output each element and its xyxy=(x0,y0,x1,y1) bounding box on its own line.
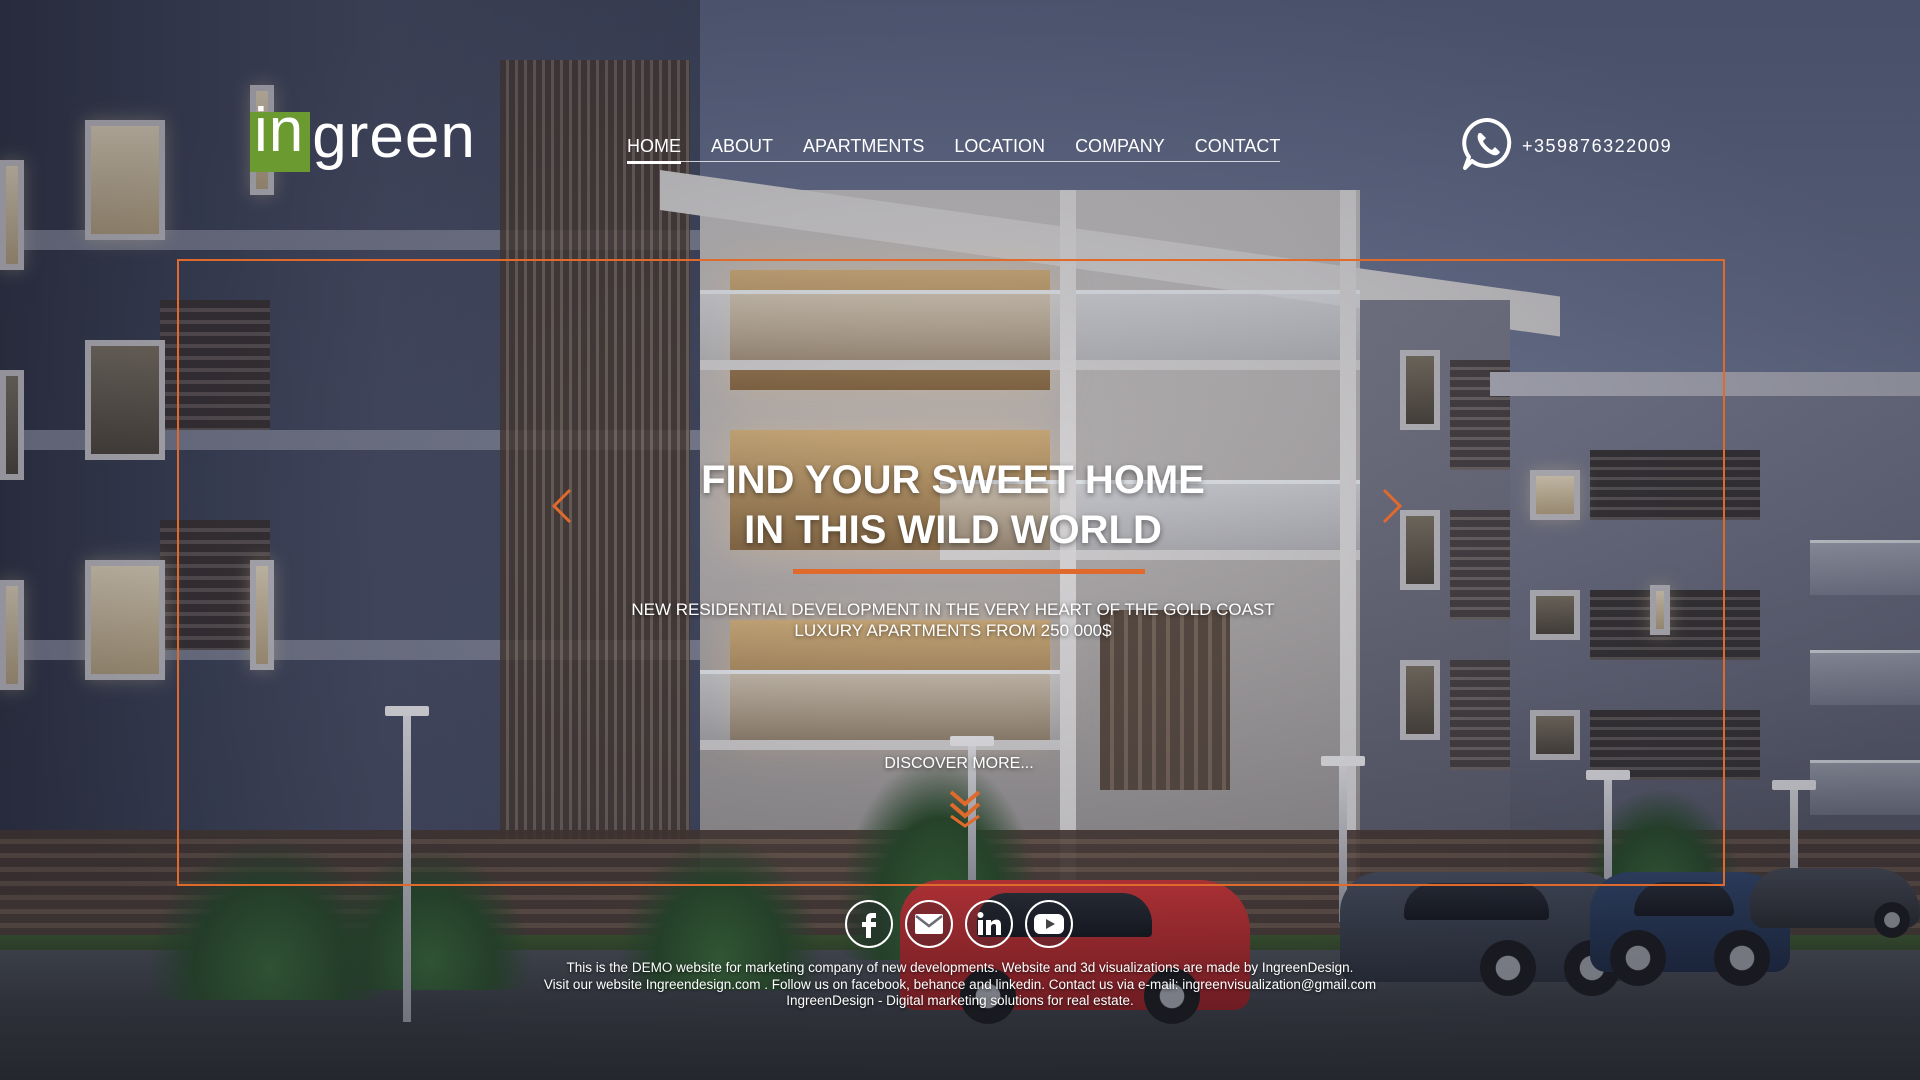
logo-green: green xyxy=(312,102,476,171)
phone-contact[interactable]: +359876322009 xyxy=(1460,116,1672,177)
social-links xyxy=(845,900,1073,948)
linkedin-button[interactable] xyxy=(965,900,1013,948)
hero-headline-line2: IN THIS WILD WORLD xyxy=(744,508,1162,552)
hero-subtitle-line2: LUXURY APARTMENTS FROM 250 000$ xyxy=(794,621,1112,640)
scroll-down-button[interactable] xyxy=(945,786,985,830)
logo[interactable]: in green xyxy=(250,100,476,172)
youtube-icon xyxy=(1034,914,1064,934)
nav-item-home[interactable]: HOME xyxy=(627,128,681,164)
nav-item-apartments[interactable]: APARTMENTS xyxy=(803,128,924,162)
nav-item-company[interactable]: COMPANY xyxy=(1075,128,1165,162)
phone-number[interactable]: +359876322009 xyxy=(1522,136,1672,157)
logo-in: in xyxy=(250,100,311,172)
linkedin-icon xyxy=(977,912,1001,935)
youtube-button[interactable] xyxy=(1025,900,1073,948)
whatsapp-icon[interactable] xyxy=(1460,116,1516,177)
footer-line2: Visit our website Ingreendesign.com . Fo… xyxy=(543,976,1377,992)
double-chevron-down-icon xyxy=(949,790,981,828)
nav-item-contact[interactable]: CONTACT xyxy=(1195,128,1281,162)
footer-line1: This is the DEMO website for marketing c… xyxy=(566,960,1354,975)
email-icon xyxy=(915,914,943,934)
main-nav: HOME ABOUT APARTMENTS LOCATION COMPANY C… xyxy=(627,128,1281,164)
nav-item-location[interactable]: LOCATION xyxy=(954,128,1045,162)
hero-headline-line1: FIND YOUR SWEET HOME xyxy=(701,458,1205,502)
facebook-button[interactable] xyxy=(845,900,893,948)
discover-more-link[interactable]: DISCOVER MORE... xyxy=(879,755,1039,773)
footer-line3: IngreenDesign - Digital marketing soluti… xyxy=(786,993,1134,1008)
hero-divider xyxy=(793,569,1145,574)
facebook-icon xyxy=(862,913,876,938)
hero-headline: FIND YOUR SWEET HOME IN THIS WILD WORLD xyxy=(179,455,1727,555)
footer-text: This is the DEMO website for marketing c… xyxy=(0,960,1920,1010)
hero-subtitle: NEW RESIDENTIAL DEVELOPMENT IN THE VERY … xyxy=(179,599,1727,641)
hero-subtitle-line1: NEW RESIDENTIAL DEVELOPMENT IN THE VERY … xyxy=(631,600,1275,619)
email-button[interactable] xyxy=(905,900,953,948)
nav-item-about[interactable]: ABOUT xyxy=(711,128,773,162)
hero-frame: FIND YOUR SWEET HOME IN THIS WILD WORLD … xyxy=(177,259,1725,886)
